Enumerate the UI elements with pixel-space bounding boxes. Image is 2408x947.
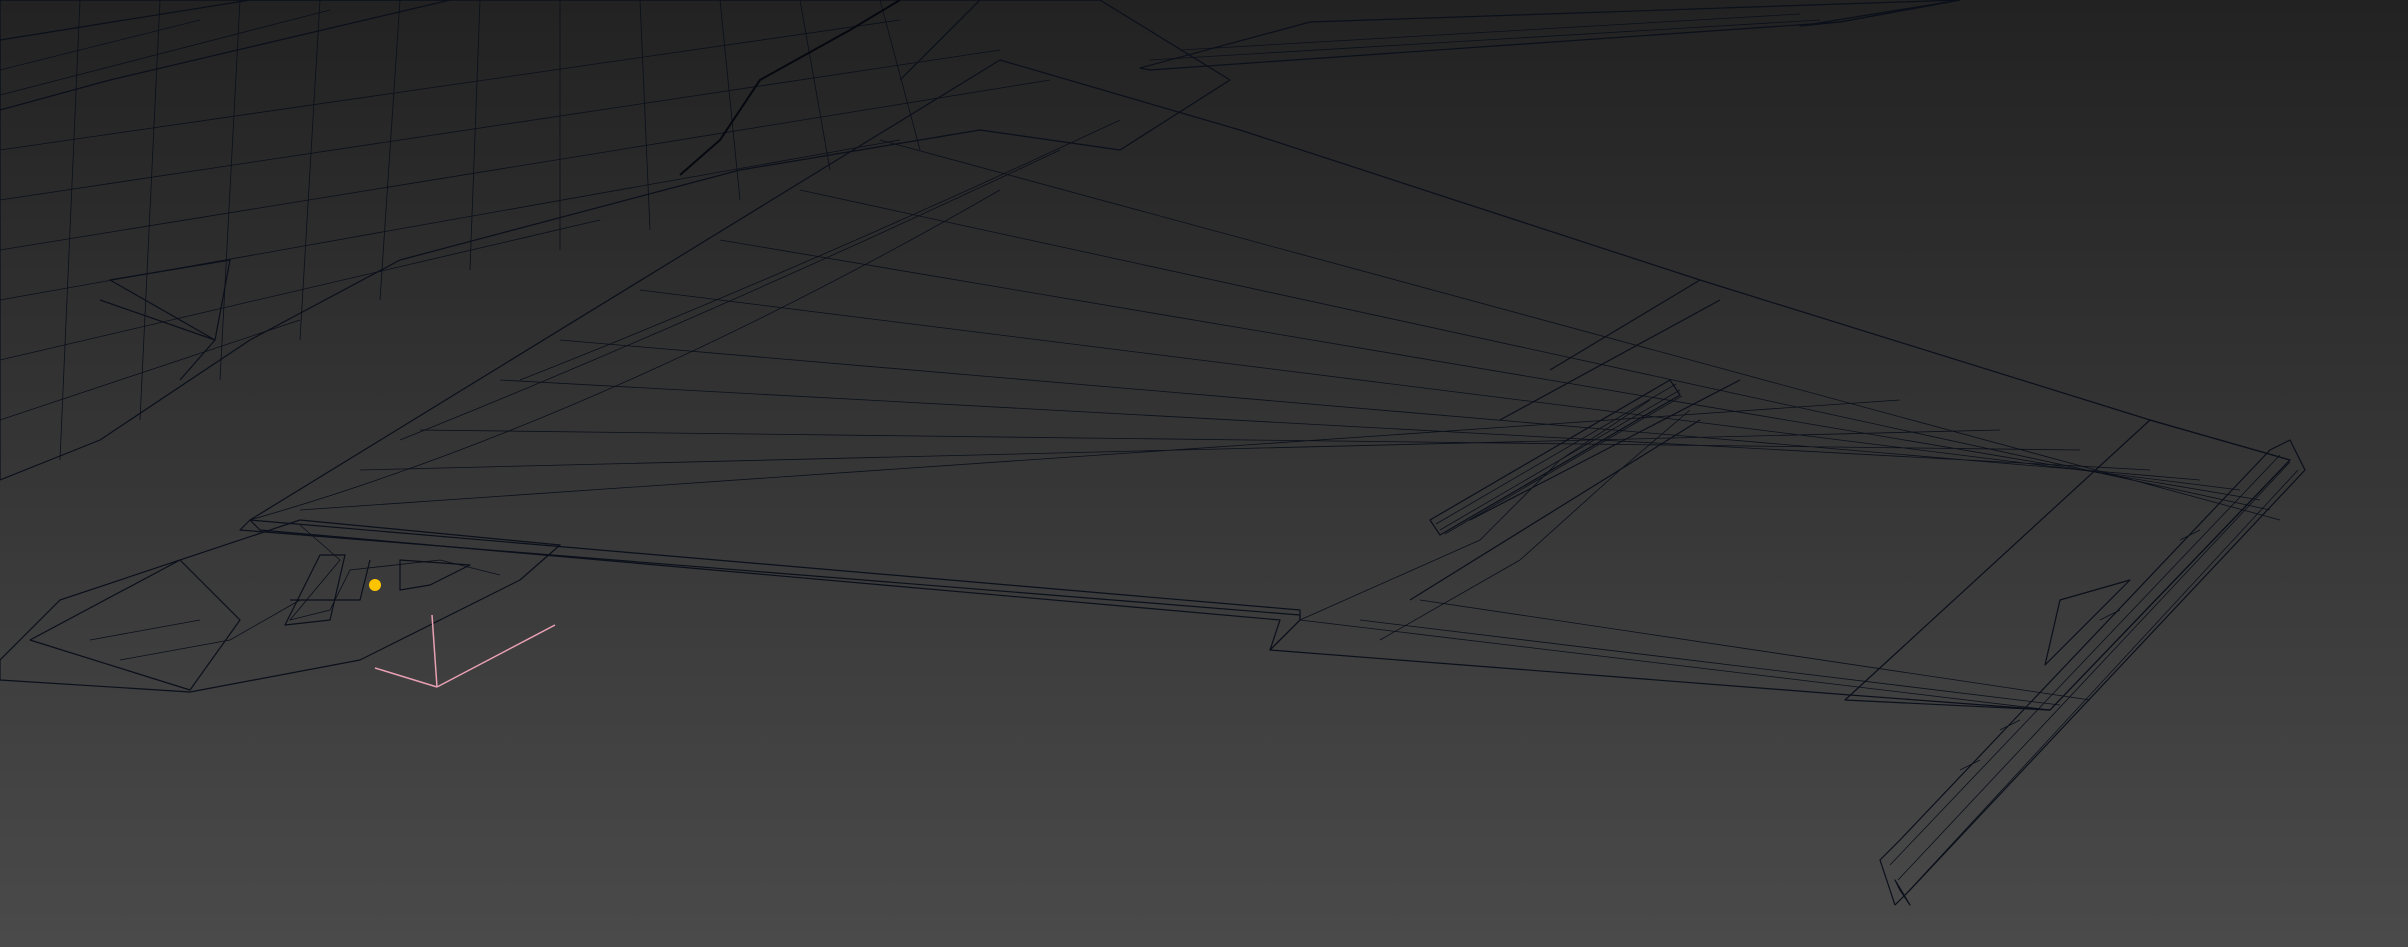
- scene-render[interactable]: [0, 0, 2408, 947]
- 3d-viewport[interactable]: [0, 0, 2408, 947]
- viewport-background: [0, 0, 2408, 947]
